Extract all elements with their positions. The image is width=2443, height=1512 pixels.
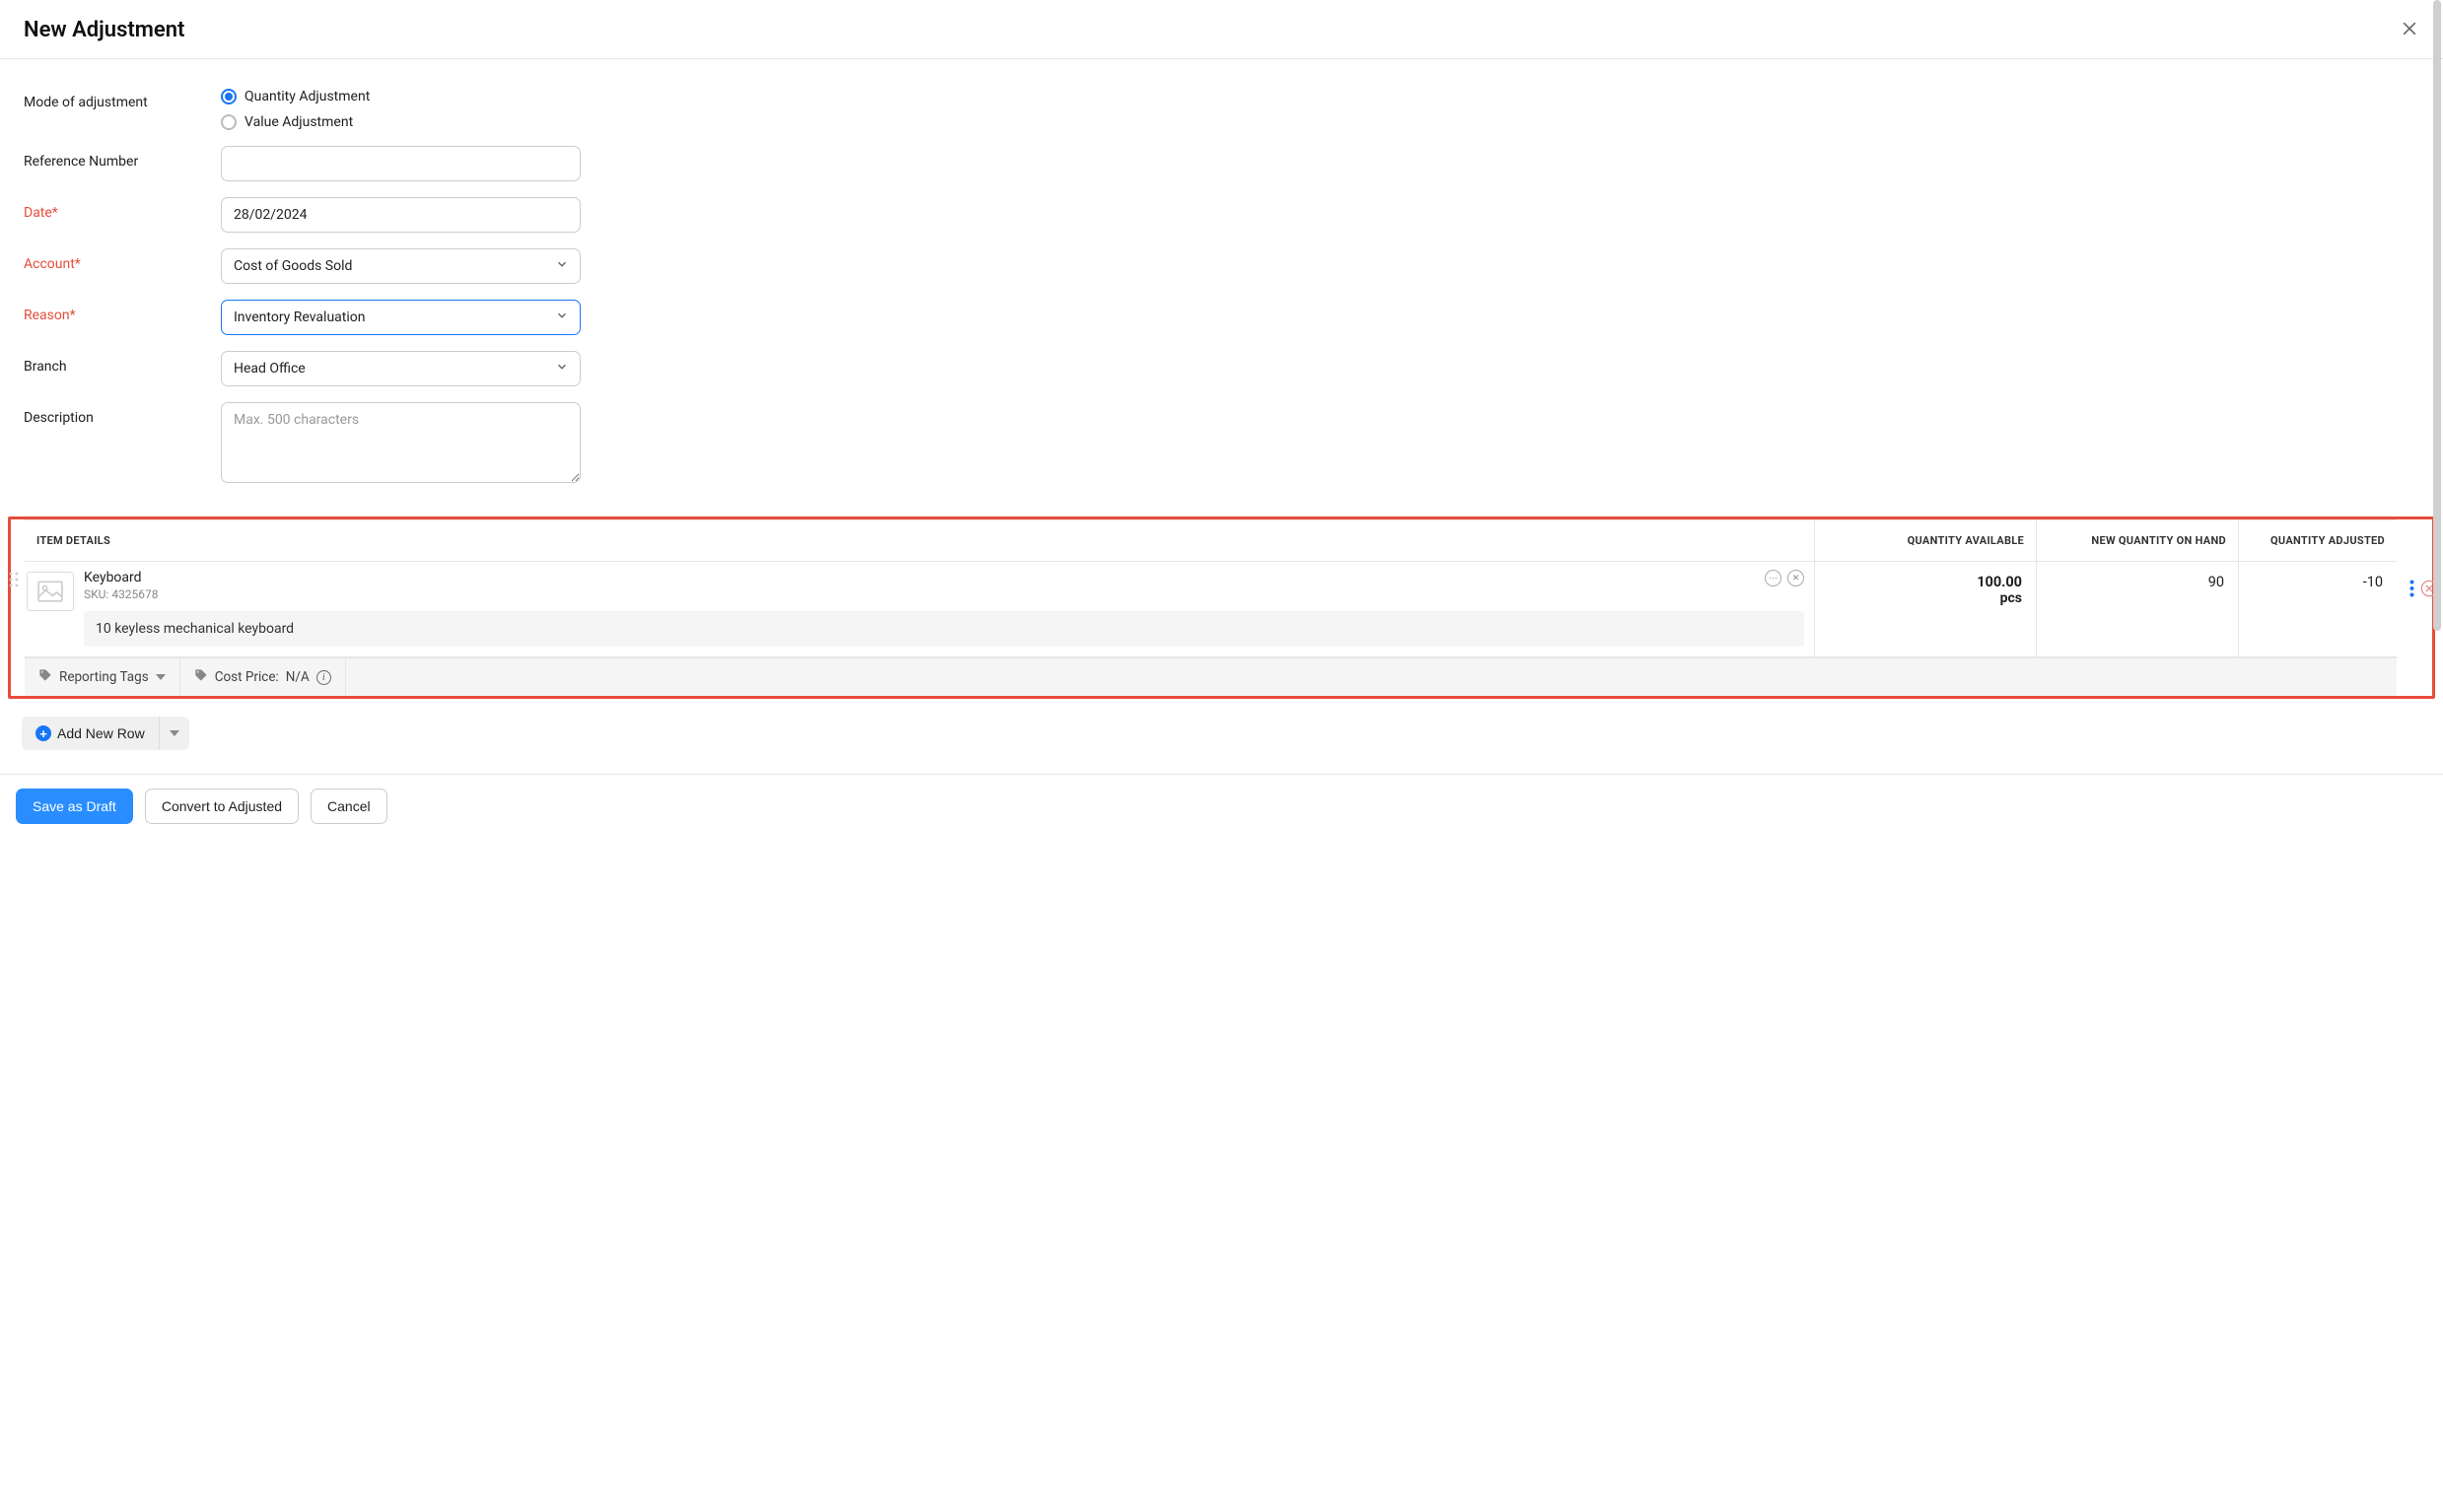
items-header: ITEM DETAILS QUANTITY AVAILABLE NEW QUAN… <box>25 519 2397 562</box>
drag-handle-icon[interactable] <box>9 572 19 591</box>
cell-qty-available: 100.00 pcs <box>1815 562 2037 656</box>
account-select[interactable] <box>221 248 581 284</box>
cell-new-qty[interactable]: 90 <box>2037 562 2239 656</box>
th-qty-adjusted: QUANTITY ADJUSTED <box>2239 520 2397 561</box>
add-row-label: Add New Row <box>57 725 145 741</box>
scrollbar[interactable] <box>2433 0 2441 631</box>
qty-unit: pcs <box>1829 590 2022 606</box>
branch-label: Branch <box>24 351 221 375</box>
radio-label: Quantity Adjustment <box>244 89 370 104</box>
cost-price-value: N/A <box>286 669 310 685</box>
items-section: ITEM DETAILS QUANTITY AVAILABLE NEW QUAN… <box>8 516 2435 699</box>
branch-select[interactable] <box>221 351 581 386</box>
item-description[interactable]: 10 keyless mechanical keyboard <box>84 611 1804 647</box>
add-new-row-button[interactable]: + Add New Row <box>22 717 159 750</box>
radio-quantity-adjustment[interactable]: Quantity Adjustment <box>221 89 581 104</box>
dropdown-icon <box>170 730 179 736</box>
save-draft-button[interactable]: Save as Draft <box>16 789 133 824</box>
tag-icon <box>38 668 52 686</box>
cost-price-button[interactable]: Cost Price: N/A i <box>180 658 346 696</box>
radio-value-adjustment[interactable]: Value Adjustment <box>221 114 581 130</box>
description-textarea[interactable] <box>221 402 581 483</box>
row-more-icon[interactable] <box>2409 580 2414 601</box>
item-sku: SKU: 4325678 <box>84 587 1804 601</box>
more-icon[interactable]: ⋯ <box>1765 570 1781 586</box>
convert-button[interactable]: Convert to Adjusted <box>145 789 299 824</box>
date-label: Date* <box>24 197 221 221</box>
reporting-tags-button[interactable]: Reporting Tags <box>25 658 180 696</box>
table-row: ⋯ ✕ Keyboard SKU: 4325678 10 keyless mec… <box>25 562 2397 657</box>
reference-input[interactable] <box>221 146 581 181</box>
date-input[interactable] <box>221 197 581 233</box>
mode-label: Mode of adjustment <box>24 87 221 110</box>
th-item-details: ITEM DETAILS <box>25 520 1815 561</box>
th-new-qty: NEW QUANTITY ON HAND <box>2037 520 2239 561</box>
close-icon <box>2400 19 2419 42</box>
tags-bar: Reporting Tags Cost Price: N/A i <box>25 657 2397 696</box>
reason-select[interactable] <box>221 300 581 335</box>
add-row-dropdown-button[interactable] <box>159 717 189 750</box>
item-name: Keyboard <box>84 570 1804 585</box>
info-icon[interactable]: i <box>316 670 331 685</box>
tag-icon <box>194 668 208 686</box>
reason-label: Reason* <box>24 300 221 323</box>
th-qty-available: QUANTITY AVAILABLE <box>1815 520 2037 561</box>
plus-icon: + <box>35 725 51 741</box>
radio-icon <box>221 114 237 130</box>
image-placeholder-icon <box>27 572 74 611</box>
page-title: New Adjustment <box>24 18 184 42</box>
account-label: Account* <box>24 248 221 272</box>
cancel-button[interactable]: Cancel <box>311 789 387 824</box>
clear-item-icon[interactable]: ✕ <box>1787 570 1804 586</box>
reporting-tags-label: Reporting Tags <box>59 669 149 685</box>
close-button[interactable] <box>2400 19 2419 42</box>
page-header: New Adjustment <box>0 0 2443 59</box>
radio-icon <box>221 89 237 104</box>
reference-label: Reference Number <box>24 146 221 170</box>
footer-bar: Save as Draft Convert to Adjusted Cancel <box>0 774 2443 838</box>
description-label: Description <box>24 402 221 426</box>
radio-label: Value Adjustment <box>244 114 353 130</box>
cost-price-label: Cost Price: <box>215 669 279 685</box>
cell-qty-adjusted[interactable]: -10 <box>2239 562 2397 656</box>
qty-available-value: 100.00 <box>1829 574 2022 590</box>
form-area: Mode of adjustment Quantity Adjustment V… <box>0 59 2443 516</box>
dropdown-icon <box>156 674 166 680</box>
